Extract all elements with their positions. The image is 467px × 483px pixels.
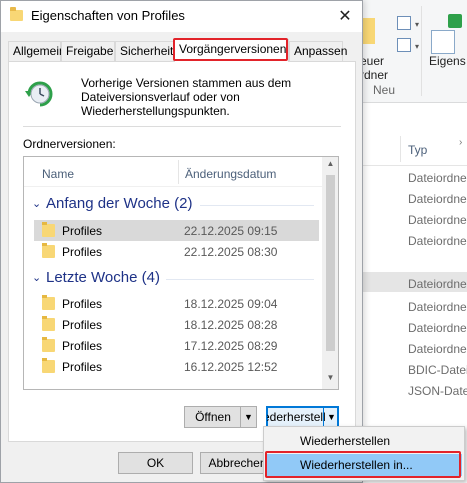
item-date: 17.12.2025 08:29 — [184, 339, 278, 353]
file-type: BDIC-Datei — [408, 363, 467, 377]
open-dropdown-arrow[interactable]: ▼ — [240, 407, 256, 427]
folder-versions-label: Ordnerversionen: — [23, 137, 116, 151]
column-type[interactable]: Typ — [408, 143, 427, 157]
group-header-last-week[interactable]: ⌄ Letzte Woche (4) — [24, 267, 322, 291]
chevron-down-icon[interactable]: ⌄ — [32, 197, 41, 210]
folder-icon — [42, 337, 55, 352]
list-header: Name Änderungsdatum — [24, 157, 322, 187]
open-button-label[interactable]: Öffnen — [191, 407, 235, 427]
menu-item-restore-to[interactable]: Wiederherstellen in... — [266, 454, 462, 476]
restore-button-label[interactable]: ederherstell — [267, 407, 326, 427]
file-type: Dateiordne — [408, 342, 467, 356]
item-date: 22.12.2025 08:30 — [184, 245, 278, 259]
file-type: Dateiordne — [408, 192, 467, 206]
new-item-icon[interactable] — [397, 16, 411, 30]
restore-dropdown-arrow[interactable]: ▼ — [323, 407, 338, 427]
folder-icon — [42, 222, 55, 237]
tab-general[interactable]: Allgemein — [8, 41, 66, 61]
open-split-button[interactable]: Öffnen ▼ — [184, 406, 257, 428]
list-item[interactable]: Profiles 18.12.2025 09:04 — [34, 293, 319, 314]
description-text: Vorherige Versionen stammen aus dem Date… — [81, 76, 292, 118]
list-item[interactable]: Profiles 22.12.2025 09:15 — [34, 220, 319, 241]
properties-dialog: Eigenschaften von Profiles ✕ Allgemein F… — [0, 0, 363, 483]
file-type: Dateiordne — [408, 321, 467, 335]
list-item[interactable]: Profiles 17.12.2025 08:29 — [34, 335, 319, 356]
file-type: Dateiordne — [408, 171, 467, 185]
item-name: Profiles — [62, 318, 103, 332]
new-folder-icon[interactable] — [361, 18, 375, 44]
list-item[interactable]: Profiles 16.12.2025 12:52 — [34, 356, 319, 377]
tab-customize[interactable]: Anpassen — [289, 41, 347, 61]
easy-access-dropdown-icon[interactable]: ▾ — [415, 42, 419, 51]
item-name: Profiles — [62, 339, 103, 353]
tab-sharing[interactable]: Freigabe — [61, 41, 115, 61]
item-date: 16.12.2025 12:52 — [184, 360, 278, 374]
new-folder-label-1[interactable]: euer — [360, 54, 384, 68]
easy-access-icon[interactable] — [397, 38, 411, 52]
ribbon-group-new: Neu — [373, 83, 396, 97]
group-divider — [200, 205, 314, 206]
restore-split-button[interactable]: ederherstell ▼ — [266, 406, 339, 428]
column-modified-date[interactable]: Änderungsdatum — [185, 167, 276, 181]
file-type: Dateiordne — [408, 277, 467, 291]
properties-icon[interactable] — [431, 30, 455, 54]
new-item-dropdown-icon[interactable]: ▾ — [415, 20, 419, 29]
chevron-right-icon[interactable]: › — [459, 137, 462, 148]
folder-icon — [42, 295, 55, 310]
title-bar[interactable]: Eigenschaften von Profiles ✕ — [1, 1, 362, 32]
menu-item-restore[interactable]: Wiederherstellen — [266, 430, 462, 452]
file-type: Dateiordne — [408, 234, 467, 248]
folder-icon — [42, 316, 55, 331]
scrollbar-thumb[interactable] — [326, 175, 335, 351]
folder-icon — [42, 358, 55, 373]
tab-security[interactable]: Sicherheit — [115, 41, 174, 61]
check-icon[interactable] — [448, 14, 462, 28]
file-type: Dateiordne — [408, 300, 467, 314]
dialog-title: Eigenschaften von Profiles — [31, 8, 185, 23]
column-separator[interactable] — [400, 136, 401, 162]
group-header-start-of-week[interactable]: ⌄ Anfang der Woche (2) — [24, 193, 322, 217]
scroll-down-icon[interactable]: ▼ — [322, 373, 338, 382]
new-folder-label-2[interactable]: rdner — [360, 68, 388, 82]
ribbon-separator — [421, 6, 422, 96]
item-name: Profiles — [62, 224, 103, 238]
list-item[interactable]: Profiles 22.12.2025 08:30 — [34, 241, 319, 262]
properties-label[interactable]: Eigens — [429, 54, 466, 68]
divider — [23, 126, 341, 127]
scroll-up-icon[interactable]: ▲ — [322, 159, 338, 168]
ok-button[interactable]: OK — [118, 452, 193, 474]
item-name: Profiles — [62, 245, 103, 259]
column-separator[interactable] — [178, 160, 179, 184]
group-divider — [166, 279, 314, 280]
item-date: 22.12.2025 09:15 — [184, 224, 278, 238]
list-item[interactable]: Profiles 18.12.2025 08:28 — [34, 314, 319, 335]
restore-dropdown-menu: Wiederherstellen Wiederherstellen in... — [263, 426, 465, 481]
column-name[interactable]: Name — [42, 167, 74, 181]
versions-list[interactable]: Name Änderungsdatum ⌄ Anfang der Woche (… — [23, 156, 339, 390]
item-name: Profiles — [62, 360, 103, 374]
close-icon: ✕ — [338, 8, 352, 25]
group-title: Anfang der Woche (2) — [46, 195, 193, 212]
folder-icon — [42, 243, 55, 258]
tab-previous-versions[interactable]: Vorgängerversionen — [174, 39, 289, 62]
file-type: Dateiordne — [408, 213, 467, 227]
ribbon: euer rdner ▾ ▾ Neu Eigens — [355, 0, 467, 103]
group-title: Letzte Woche (4) — [46, 269, 160, 286]
clock-restore-icon — [25, 81, 53, 107]
close-button[interactable]: ✕ — [328, 1, 362, 32]
item-date: 18.12.2025 08:28 — [184, 318, 278, 332]
vertical-scrollbar[interactable]: ▲ ▼ — [322, 157, 338, 389]
item-name: Profiles — [62, 297, 103, 311]
folder-icon — [10, 7, 23, 21]
chevron-down-icon[interactable]: ⌄ — [32, 271, 41, 284]
item-date: 18.12.2025 09:04 — [184, 297, 278, 311]
file-type: JSON-Datei — [408, 384, 467, 398]
